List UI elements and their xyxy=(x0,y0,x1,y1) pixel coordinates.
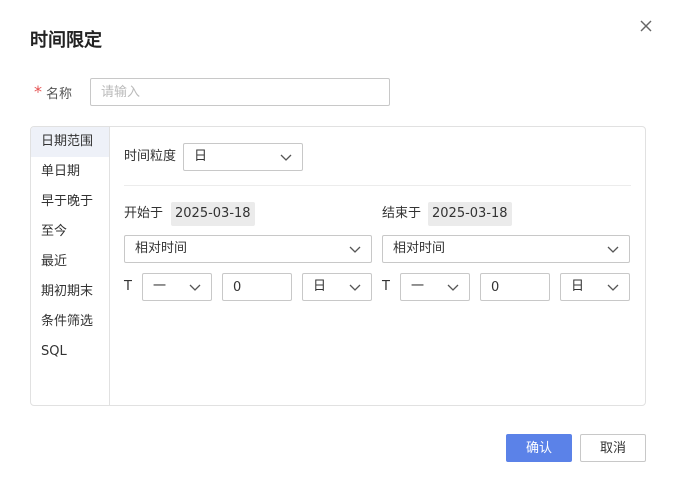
chevron-down-icon xyxy=(447,284,459,291)
date-config-panel: 日期范围 单日期 早于晚于 至今 最近 期初期末 条件筛选 SQL 时间粒度 日… xyxy=(30,126,646,406)
chevron-down-icon xyxy=(607,246,619,253)
date-range-content: 时间粒度 日 开始于 2025-03-18 相对时间 T 一 日 xyxy=(110,127,645,405)
range-type-menu: 日期范围 单日期 早于晚于 至今 最近 期初期末 条件筛选 SQL xyxy=(31,127,110,405)
menu-item-condition-filter[interactable]: 条件筛选 xyxy=(31,307,109,337)
end-unit-select[interactable]: 日 xyxy=(560,273,630,301)
required-mark: * xyxy=(34,82,42,101)
start-unit-select[interactable]: 日 xyxy=(302,273,372,301)
name-input[interactable] xyxy=(90,78,390,106)
end-mode-value: 相对时间 xyxy=(393,241,446,256)
cancel-button[interactable]: 取消 xyxy=(580,434,646,462)
section-divider xyxy=(124,185,631,186)
menu-item-period-start-end[interactable]: 期初期末 xyxy=(31,277,109,307)
end-direction-select[interactable]: 一 xyxy=(400,273,470,301)
start-date-preview: 2025-03-18 xyxy=(171,202,255,226)
end-mode-select[interactable]: 相对时间 xyxy=(382,235,630,263)
chevron-down-icon xyxy=(607,284,619,291)
menu-item-recent[interactable]: 最近 xyxy=(31,247,109,277)
name-field-row: * 名称 xyxy=(34,78,90,106)
menu-item-single-date[interactable]: 单日期 xyxy=(31,157,109,187)
start-offset-input[interactable] xyxy=(222,273,292,301)
granularity-select[interactable]: 日 xyxy=(183,143,303,171)
chevron-down-icon xyxy=(349,246,361,253)
end-offset-input[interactable] xyxy=(480,273,550,301)
menu-item-before-after[interactable]: 早于晚于 xyxy=(31,187,109,217)
close-icon[interactable] xyxy=(636,16,656,36)
start-direction-value: 一 xyxy=(153,279,167,294)
start-t-label: T xyxy=(124,279,132,294)
end-unit-value: 日 xyxy=(571,279,585,294)
time-limit-dialog: 时间限定 * 名称 日期范围 单日期 早于晚于 至今 最近 期初期末 条件筛选 … xyxy=(0,0,674,492)
confirm-button[interactable]: 确认 xyxy=(506,434,572,462)
dialog-title: 时间限定 xyxy=(30,30,102,51)
start-label: 开始于 xyxy=(124,206,164,221)
start-mode-value: 相对时间 xyxy=(135,241,188,256)
chevron-down-icon xyxy=(189,284,201,291)
end-label: 结束于 xyxy=(382,206,422,221)
menu-item-date-range[interactable]: 日期范围 xyxy=(31,127,109,157)
granularity-label: 时间粒度 xyxy=(124,149,177,164)
end-direction-value: 一 xyxy=(411,279,425,294)
end-t-label: T xyxy=(382,279,390,294)
menu-item-until-now[interactable]: 至今 xyxy=(31,217,109,247)
start-mode-select[interactable]: 相对时间 xyxy=(124,235,372,263)
granularity-value: 日 xyxy=(194,149,208,164)
chevron-down-icon xyxy=(349,284,361,291)
name-label: 名称 xyxy=(46,86,73,102)
start-unit-value: 日 xyxy=(313,279,327,294)
menu-item-sql[interactable]: SQL xyxy=(31,337,109,367)
start-direction-select[interactable]: 一 xyxy=(142,273,212,301)
end-date-preview: 2025-03-18 xyxy=(428,202,512,226)
chevron-down-icon xyxy=(280,154,292,161)
